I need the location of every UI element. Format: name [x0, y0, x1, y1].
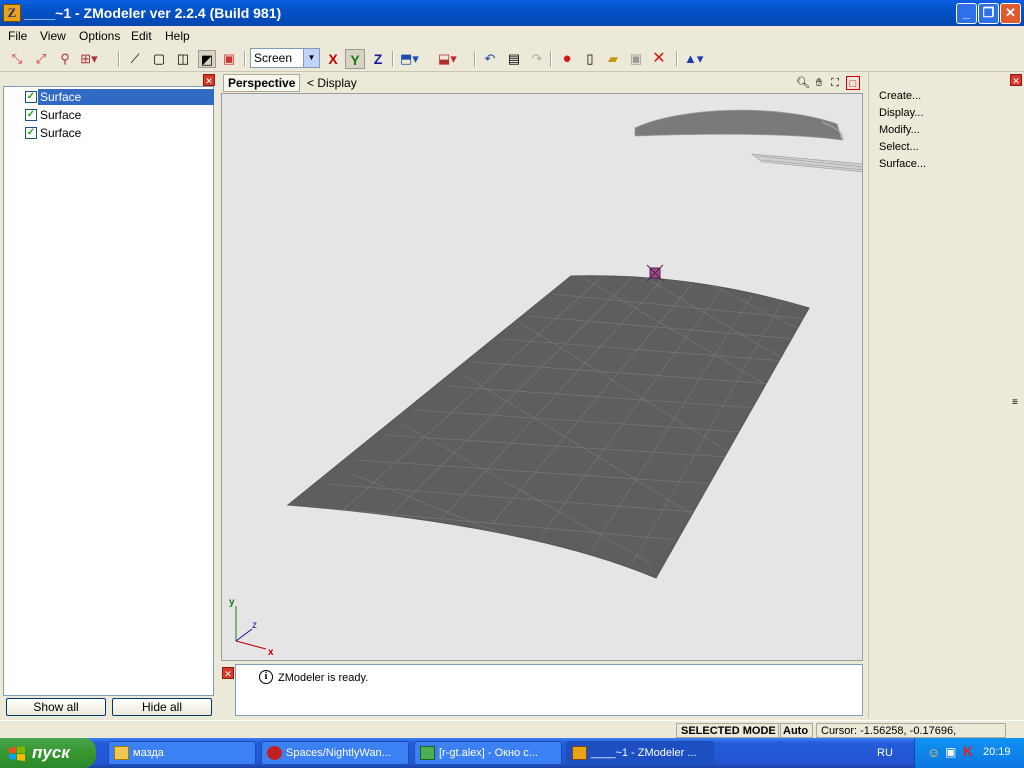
- visibility-checkbox[interactable]: ✓: [25, 109, 37, 121]
- antivirus-tray-icon[interactable]: K: [963, 743, 973, 759]
- roof-surface-mesh[interactable]: [634, 109, 843, 141]
- select-menu-item[interactable]: Select...: [879, 141, 919, 153]
- create-menu-item[interactable]: Create...: [879, 90, 921, 102]
- axis-gizmo: [235, 606, 267, 650]
- axis-x-toggle[interactable]: X: [323, 49, 343, 69]
- export-icon[interactable]: ⬓▾: [438, 50, 457, 68]
- wireframe-strip-mesh: [751, 153, 862, 173]
- menu-file[interactable]: File: [8, 29, 27, 43]
- undo-icon[interactable]: ↶: [481, 50, 499, 68]
- taskbar-item-zmodeler[interactable]: ____~1 - ZModeler ...: [566, 741, 714, 765]
- coordinate-space-select[interactable]: Screen ▼: [250, 48, 320, 68]
- zoom-icon[interactable]: 🔍︎: [796, 76, 810, 90]
- axis-x-label: x: [268, 647, 274, 658]
- surface-menu-item[interactable]: Surface...: [879, 158, 926, 170]
- hide-all-button[interactable]: Hide all: [112, 698, 212, 716]
- chat-window-icon: [420, 746, 435, 760]
- maximize-viewport-icon[interactable]: □: [846, 76, 860, 90]
- menu-view[interactable]: View: [40, 29, 66, 43]
- display-tray-icon[interactable]: ▣: [945, 745, 956, 759]
- axis-y-toggle[interactable]: Y: [345, 49, 365, 69]
- record-icon[interactable]: ●: [558, 50, 576, 68]
- select-vertex-icon[interactable]: ⤡: [8, 50, 26, 68]
- visibility-checkbox[interactable]: ✓: [25, 91, 37, 103]
- close-objects-panel-icon[interactable]: ✕: [203, 74, 215, 86]
- windows-flag-icon: [9, 746, 25, 761]
- vertex-mode-icon[interactable]: ⟋: [126, 50, 144, 68]
- restore-button[interactable]: ❐: [978, 3, 999, 24]
- taskbar-item-folder[interactable]: мазда: [108, 741, 256, 765]
- perspective-viewport[interactable]: y x z: [221, 93, 863, 661]
- modify-menu-item[interactable]: Modify...: [879, 124, 920, 136]
- panel-resize-handle-icon[interactable]: ≡: [1012, 397, 1018, 408]
- object-mode-icon[interactable]: ◩: [198, 50, 216, 68]
- clock[interactable]: 20:19: [983, 746, 1011, 758]
- taskbar-item-chat[interactable]: [r-gt.alex] - Окно с...: [414, 741, 562, 765]
- open-folder-icon[interactable]: ▰: [604, 50, 622, 68]
- info-icon: i: [259, 670, 273, 684]
- wireframe-box-icon[interactable]: ▢: [150, 50, 168, 68]
- show-all-button[interactable]: Show all: [6, 698, 106, 716]
- redo-icon[interactable]: ↷: [528, 50, 546, 68]
- select-object-icon[interactable]: ⚲: [56, 50, 74, 68]
- fit-view-icon[interactable]: ⛶: [828, 76, 842, 90]
- axis-z-label: z: [252, 620, 257, 631]
- select-edge-icon[interactable]: ⤢: [32, 50, 50, 68]
- menu-help[interactable]: Help: [165, 29, 190, 43]
- language-indicator[interactable]: RU: [877, 747, 893, 759]
- 3d-scene[interactable]: [222, 94, 863, 661]
- cursor-coordinates: Cursor: -1.56258, -0.17696, -0.68560: [816, 723, 1006, 752]
- taskbar-item-opera[interactable]: Spaces/NightlyWan...: [261, 741, 409, 765]
- minimize-button[interactable]: _: [956, 3, 977, 24]
- list-item[interactable]: ✓ Surface: [22, 89, 214, 105]
- console-message: ZModeler is ready.: [278, 672, 369, 684]
- visibility-checkbox[interactable]: ✓: [25, 127, 37, 139]
- save-icon[interactable]: ▣: [627, 50, 645, 68]
- display-menu-item[interactable]: Display...: [879, 107, 923, 119]
- selection-mode-status: SELECTED MODE: [676, 723, 781, 738]
- viewport-header: Perspective < Display 🔍︎ ✋︎ ⛶ □: [221, 74, 863, 93]
- opera-icon: [267, 746, 282, 760]
- delete-icon[interactable]: ✕: [650, 50, 668, 68]
- axis-y-label: y: [229, 597, 235, 608]
- chevron-down-icon[interactable]: ▼: [303, 49, 319, 67]
- menu-edit[interactable]: Edit: [131, 29, 152, 43]
- material-icon[interactable]: ▲▾: [684, 50, 703, 68]
- command-panel: Create... Display... Modify... Select...…: [868, 72, 1024, 718]
- start-button[interactable]: пуск: [0, 738, 96, 768]
- console-panel: i ZModeler is ready.: [235, 664, 863, 716]
- auto-status[interactable]: Auto: [778, 723, 814, 738]
- import-icon[interactable]: ⬒▾: [400, 50, 419, 68]
- taskbar: пуск мазда Spaces/NightlyWan... [r-gt.al…: [0, 738, 1024, 768]
- system-tray: ☺ ▣ K 20:19: [914, 738, 1024, 768]
- network-tray-icon[interactable]: ☺: [927, 745, 940, 760]
- main-toolbar: ⤡ ⤢ ⚲ ⊞▾ ⟋ ▢ ◫ ◩ ▣ ⬒▾ ⬓▾ ↶ ▤ ↷ ● ▯ ▰ ▣ ✕…: [0, 46, 1024, 72]
- close-console-icon[interactable]: ✕: [222, 667, 234, 679]
- list-item[interactable]: ✓ Surface: [22, 107, 214, 123]
- folder-icon: [114, 746, 129, 760]
- menu-bar: File View Options Edit Help: [0, 26, 1024, 46]
- window-title: ____~1 - ZModeler ver 2.2.4 (Build 981): [24, 5, 282, 21]
- close-button[interactable]: ✕: [1000, 3, 1021, 24]
- object-list: ✓ Surface ✓ Surface ✓ Surface: [3, 86, 214, 696]
- box-mode-icon[interactable]: ◫: [174, 50, 192, 68]
- cube-red-icon[interactable]: ▣: [220, 50, 238, 68]
- zmodeler-app-icon[interactable]: Z: [3, 4, 21, 22]
- axis-z-toggle[interactable]: Z: [368, 49, 388, 69]
- new-file-icon[interactable]: ▯: [581, 50, 599, 68]
- zmodeler-icon: [572, 746, 587, 760]
- history-icon[interactable]: ▤: [505, 50, 523, 68]
- list-item[interactable]: ✓ Surface: [22, 125, 214, 141]
- status-bar: SELECTED MODE Auto Cursor: -1.56258, -0.…: [0, 720, 1024, 752]
- viewport-title[interactable]: Perspective: [223, 74, 301, 92]
- display-link[interactable]: < Display: [307, 76, 357, 90]
- close-command-panel-icon[interactable]: ✕: [1010, 74, 1022, 86]
- select-mode-dropdown-icon[interactable]: ⊞▾: [80, 50, 98, 68]
- pan-hand-icon[interactable]: ✋︎: [812, 76, 826, 90]
- menu-options[interactable]: Options: [79, 29, 120, 43]
- title-bar: Z ____~1 - ZModeler ver 2.2.4 (Build 981…: [0, 0, 1024, 26]
